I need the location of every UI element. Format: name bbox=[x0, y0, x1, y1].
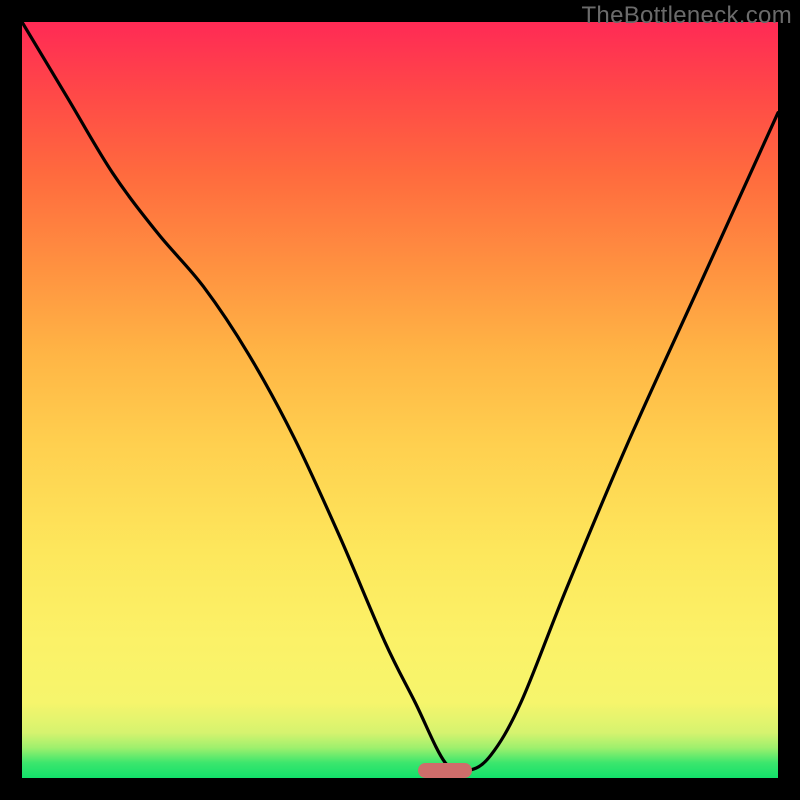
bottleneck-curve-path bbox=[22, 22, 778, 772]
curve-svg bbox=[22, 22, 778, 778]
optimal-marker bbox=[418, 763, 472, 778]
watermark-text: TheBottleneck.com bbox=[581, 2, 792, 30]
plot-area bbox=[22, 22, 778, 778]
chart-frame: TheBottleneck.com bbox=[0, 0, 800, 800]
